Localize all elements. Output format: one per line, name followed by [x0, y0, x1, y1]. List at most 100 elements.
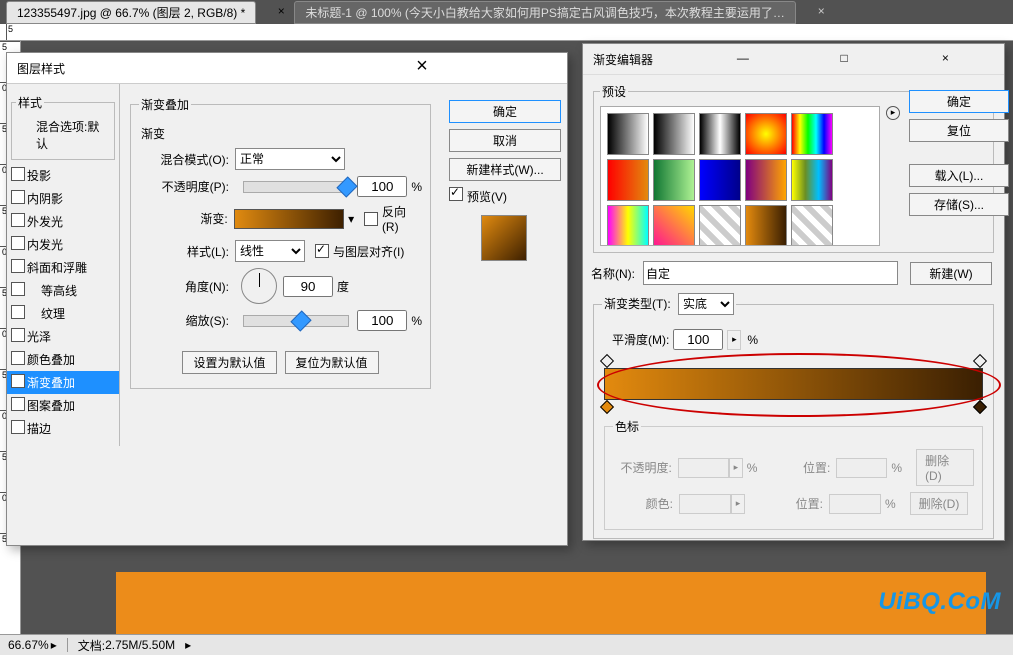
- preset-swatch[interactable]: [607, 113, 649, 155]
- style-gradient-overlay[interactable]: 渐变叠加: [7, 371, 119, 394]
- gradient-preview[interactable]: [234, 209, 344, 229]
- color-stop-left[interactable]: [602, 402, 612, 412]
- style-blend-options[interactable]: 混合选项:默认: [16, 115, 110, 155]
- maximize-icon[interactable]: □: [796, 49, 893, 69]
- checkbox-icon[interactable]: [11, 282, 25, 296]
- style-list: 样式 混合选项:默认 投影 内阴影 外发光 内发光 斜面和浮雕 等高线 纹理 光…: [7, 84, 120, 446]
- preset-swatch[interactable]: [745, 159, 787, 201]
- preset-swatch[interactable]: [791, 159, 833, 201]
- type-legend: 渐变类型(T):: [604, 297, 671, 311]
- reset-default-button[interactable]: 复位为默认值: [285, 351, 379, 374]
- preset-swatch[interactable]: [653, 205, 695, 246]
- opacity-input[interactable]: [357, 176, 407, 197]
- stop-location-input: [829, 494, 881, 514]
- ok-button[interactable]: 确定: [909, 90, 1009, 113]
- load-button[interactable]: 载入(L)...: [909, 164, 1009, 187]
- preset-swatch[interactable]: [653, 159, 695, 201]
- new-gradient-button[interactable]: 新建(W): [910, 262, 992, 285]
- new-style-button[interactable]: 新建样式(W)...: [449, 158, 561, 181]
- checkbox-icon[interactable]: [11, 374, 25, 388]
- preset-swatch[interactable]: [745, 205, 787, 246]
- grad-overlay-legend: 渐变叠加: [139, 96, 191, 113]
- style-pattern-overlay[interactable]: 图案叠加: [7, 394, 119, 417]
- tab-close-1[interactable]: ×: [268, 2, 294, 22]
- gradient-track[interactable]: [604, 368, 983, 400]
- style-contour[interactable]: 等高线: [7, 279, 119, 302]
- color-stop-right[interactable]: [975, 402, 985, 412]
- smooth-input[interactable]: [673, 329, 723, 350]
- grad-style-label: 样式(L):: [139, 243, 229, 260]
- gradient-name-input[interactable]: [643, 261, 898, 285]
- angle-dial[interactable]: [241, 268, 277, 304]
- style-outer-glow[interactable]: 外发光: [7, 210, 119, 233]
- zoom-level[interactable]: 66.67%: [8, 638, 49, 652]
- opacity-stop-left[interactable]: [602, 356, 612, 366]
- save-button[interactable]: 存储(S)...: [909, 193, 1009, 216]
- style-inner-glow[interactable]: 内发光: [7, 233, 119, 256]
- checkbox-icon[interactable]: [11, 420, 25, 434]
- preset-swatch[interactable]: [699, 113, 741, 155]
- checkbox-icon[interactable]: [11, 213, 25, 227]
- minimize-icon[interactable]: —: [694, 49, 791, 69]
- checkbox-icon[interactable]: [11, 397, 25, 411]
- delete-stop-button: 删除(D): [916, 449, 974, 486]
- preset-swatch[interactable]: [699, 159, 741, 201]
- checkbox-icon[interactable]: [11, 259, 25, 273]
- set-default-button[interactable]: 设置为默认值: [182, 351, 276, 374]
- cancel-button[interactable]: 取消: [449, 129, 561, 152]
- scale-input[interactable]: [357, 310, 407, 331]
- blend-mode-select[interactable]: 正常: [235, 148, 345, 170]
- checkbox-icon[interactable]: [11, 305, 25, 319]
- opacity-label: 不透明度(P):: [139, 178, 229, 195]
- preset-swatch[interactable]: [791, 205, 833, 246]
- grad-sub-legend: 渐变: [139, 125, 167, 142]
- tab-doc-2[interactable]: 未标题-1 @ 100% (今天小白教给大家如何用PS搞定古风调色技巧，本次教程…: [294, 1, 796, 24]
- preset-swatch[interactable]: [745, 113, 787, 155]
- gradient-bar[interactable]: [604, 368, 983, 400]
- scale-slider[interactable]: [243, 315, 349, 327]
- close-icon[interactable]: ×: [287, 59, 557, 77]
- presets-menu-icon[interactable]: ▸: [886, 106, 900, 120]
- checkbox-icon[interactable]: [11, 328, 25, 342]
- reverse-checkbox[interactable]: [364, 212, 378, 226]
- preset-swatch[interactable]: [791, 113, 833, 155]
- doc-size: 2.75M/5.50M: [105, 638, 175, 652]
- angle-label: 角度(N):: [139, 278, 229, 295]
- style-stroke[interactable]: 描边: [7, 417, 119, 440]
- checkbox-icon[interactable]: [11, 351, 25, 365]
- reset-button[interactable]: 复位: [909, 119, 1009, 142]
- opacity-slider[interactable]: [243, 181, 349, 193]
- grad-style-select[interactable]: 线性: [235, 240, 305, 262]
- layer-style-titlebar[interactable]: 图层样式 ×: [7, 53, 567, 84]
- checkbox-icon[interactable]: [11, 236, 25, 250]
- close-icon[interactable]: ×: [897, 49, 994, 69]
- gradient-editor-title: 渐变编辑器: [593, 51, 690, 68]
- status-bar: 66.67% ▸ 文档: 2.75M/5.50M ▸: [0, 634, 1013, 655]
- angle-input[interactable]: [283, 276, 333, 297]
- style-satin[interactable]: 光泽: [7, 325, 119, 348]
- style-color-overlay[interactable]: 颜色叠加: [7, 348, 119, 371]
- preview-checkbox[interactable]: [449, 187, 463, 201]
- gradient-type-select[interactable]: 实底: [678, 293, 734, 315]
- scale-label: 缩放(S):: [139, 312, 229, 329]
- presets-grid: [600, 106, 880, 246]
- style-drop-shadow[interactable]: 投影: [7, 164, 119, 187]
- tab-close-2[interactable]: ×: [808, 2, 834, 22]
- preset-swatch[interactable]: [653, 113, 695, 155]
- opacity-stop-right[interactable]: [975, 356, 985, 366]
- preset-swatch[interactable]: [699, 205, 741, 246]
- style-texture[interactable]: 纹理: [7, 302, 119, 325]
- gradient-editor-titlebar[interactable]: 渐变编辑器 — □ ×: [583, 44, 1004, 75]
- smooth-stepper[interactable]: ▸: [727, 330, 741, 350]
- preset-swatch[interactable]: [607, 159, 649, 201]
- align-layer-checkbox[interactable]: [315, 244, 329, 258]
- tab-doc-1[interactable]: 123355497.jpg @ 66.7% (图层 2, RGB/8) *: [6, 1, 256, 24]
- stop-color-label: 颜色:: [613, 495, 673, 512]
- ok-button[interactable]: 确定: [449, 100, 561, 123]
- style-bevel[interactable]: 斜面和浮雕: [7, 256, 119, 279]
- stepper-icon: ▸: [729, 458, 743, 478]
- checkbox-icon[interactable]: [11, 167, 25, 181]
- checkbox-icon[interactable]: [11, 190, 25, 204]
- style-inner-shadow[interactable]: 内阴影: [7, 187, 119, 210]
- preset-swatch[interactable]: [607, 205, 649, 246]
